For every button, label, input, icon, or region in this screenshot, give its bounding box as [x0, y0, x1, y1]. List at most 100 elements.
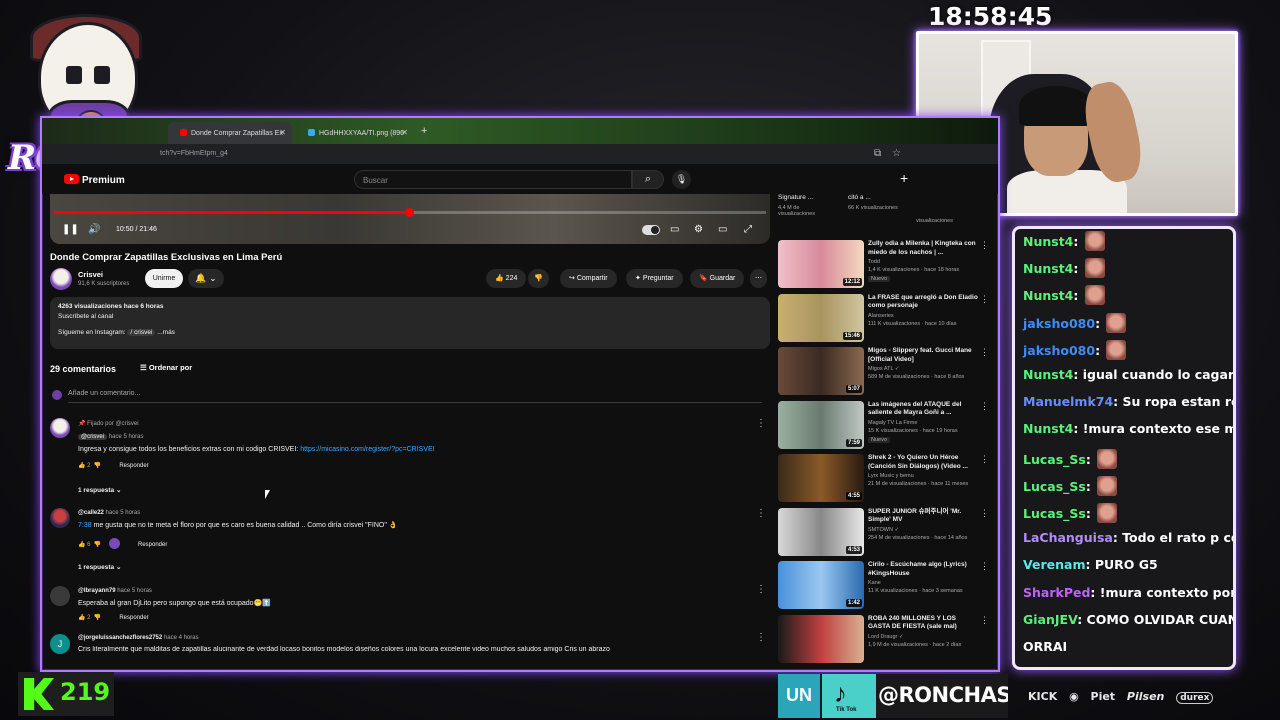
add-comment-input[interactable]: Añade un comentario...: [68, 390, 140, 397]
chat-username[interactable]: Lucas_Ss: [1023, 452, 1086, 467]
top-card[interactable]: Signature ... 4,4 M de visualizaciones: [778, 194, 836, 217]
fullscreen-icon[interactable]: ⤢: [744, 224, 752, 235]
install-icon[interactable]: ⧉: [874, 148, 881, 159]
video-thumbnail[interactable]: [778, 614, 864, 663]
tab-youtube[interactable]: Donde Comprar Zapatillas Ex ✕: [168, 122, 292, 144]
video-title[interactable]: SUPER JUNIOR 슈퍼주니어 'Mr. Simple' MV: [868, 508, 978, 525]
video-menu-icon[interactable]: ⋮: [980, 347, 989, 358]
top-card[interactable]: citó a ... 66 K visualizaciones: [848, 194, 906, 211]
channel-name[interactable]: Crisvei: [78, 270, 103, 279]
replies-toggle[interactable]: 1 respuesta ⌄: [78, 486, 121, 494]
video-title[interactable]: Migos - Slippery feat. Gucci Mane [Offic…: [868, 347, 978, 364]
chat-username[interactable]: Nunst4: [1023, 261, 1073, 276]
video-title[interactable]: Zully odia a Milenka | Kingteka con mied…: [868, 240, 978, 257]
comment-author[interactable]: @calle22: [78, 510, 104, 516]
video-title[interactable]: La FRASE que arregló a Don Eladio como p…: [868, 294, 978, 311]
comment-menu-icon[interactable]: ⋮: [756, 584, 766, 595]
description-box[interactable]: 4263 visualizaciones hace 6 horas Suscrí…: [50, 297, 770, 349]
sort-by-button[interactable]: ☰ Ordenar por: [140, 363, 192, 372]
reply-button[interactable]: Responder: [119, 463, 148, 469]
chat-username[interactable]: SharkPed: [1023, 585, 1090, 600]
video-player[interactable]: ❚❚ 🔊 10:50 / 21:46 ▭ ⚙ ▭ ⤢: [50, 194, 770, 244]
video-thumbnail[interactable]: 1:42: [778, 561, 864, 609]
comment-avatar[interactable]: [50, 586, 70, 606]
theater-mode-icon[interactable]: ▭: [718, 224, 727, 235]
close-icon[interactable]: ✕: [279, 128, 286, 137]
share-button[interactable]: ↪ Compartir: [560, 269, 617, 288]
video-channel[interactable]: Magaly TV La Firme: [868, 420, 986, 426]
comment-link[interactable]: https://micasino.com/register/?pc=CRISVE…: [300, 446, 434, 453]
dislike-icon[interactable]: 👎: [94, 615, 101, 621]
join-button[interactable]: Unirme: [145, 269, 183, 288]
chat-username[interactable]: Nunst4: [1023, 421, 1073, 436]
recommended-video[interactable]: 7:59 Las imágenes del ATAQUE del saliente…: [778, 400, 996, 451]
address-bar[interactable]: tch?v=FbHmEtpm_g4 ⧉ ☆: [42, 144, 998, 164]
video-channel[interactable]: Migos ATL ✓: [868, 366, 986, 372]
top-card[interactable]: visualizaciones: [916, 218, 953, 224]
video-menu-icon[interactable]: ⋮: [980, 240, 989, 251]
recommended-video[interactable]: 4:53 SUPER JUNIOR 슈퍼주니어 'Mr. Simple' MV SM…: [778, 507, 996, 558]
video-thumbnail[interactable]: 4:55: [778, 454, 864, 502]
autoplay-toggle[interactable]: [642, 225, 660, 235]
comment-time[interactable]: hace 5 horas: [106, 510, 141, 516]
chat-username[interactable]: Verenam: [1023, 557, 1085, 572]
recommended-video[interactable]: 5:07 Migos - Slippery feat. Gucci Mane [O…: [778, 347, 996, 397]
chat-username[interactable]: GianJEV: [1023, 612, 1077, 627]
chat-username[interactable]: Manuelmk74: [1023, 394, 1113, 409]
comment-author[interactable]: @lbrayann79: [78, 588, 116, 594]
settings-gear-icon[interactable]: ⚙: [694, 224, 703, 235]
microphone-icon[interactable]: 🎙: [672, 170, 691, 189]
video-menu-icon[interactable]: ⋮: [980, 561, 989, 572]
like-icon[interactable]: 👍: [78, 463, 85, 469]
video-channel[interactable]: Lord Draugr ✓: [868, 634, 986, 640]
youtube-logo[interactable]: Premium: [64, 174, 125, 186]
save-button[interactable]: 🔖 Guardar: [690, 269, 745, 288]
reply-button[interactable]: Responder: [138, 542, 167, 548]
search-icon[interactable]: ⌕: [632, 170, 664, 189]
comment-time[interactable]: hace 5 horas: [117, 588, 152, 594]
chat-username[interactable]: Lucas_Ss: [1023, 479, 1086, 494]
comment-time[interactable]: hace 4 horas: [164, 635, 199, 641]
subtitles-icon[interactable]: ▭: [670, 224, 679, 235]
dislike-icon[interactable]: 👎: [528, 269, 549, 288]
chat-username[interactable]: Nunst4: [1023, 234, 1073, 249]
recommended-video[interactable]: 4:55 Shrek 2 - Yo Quiero Un Héroe (Canció…: [778, 454, 996, 504]
comment-menu-icon[interactable]: ⋮: [756, 508, 766, 519]
video-thumbnail[interactable]: 7:59: [778, 400, 864, 449]
tab-image[interactable]: HGdHHXXYAA/TI.png (896 ✕: [296, 122, 414, 144]
video-channel[interactable]: Lyrx Music y bemu: [868, 473, 986, 479]
create-plus-icon[interactable]: +: [900, 170, 908, 186]
search-input[interactable]: Buscar: [354, 170, 632, 189]
dislike-icon[interactable]: 👎: [94, 463, 101, 469]
channel-avatar[interactable]: [50, 268, 72, 290]
video-title[interactable]: Shrek 2 - Yo Quiero Un Héroe (Canción Si…: [868, 454, 978, 471]
video-channel[interactable]: SMTOWN ✓: [868, 527, 986, 533]
video-title[interactable]: ROBA 240 MILLONES Y LOS GASTA DE FIESTA …: [868, 615, 978, 632]
comment-time[interactable]: hace 5 horas: [109, 434, 144, 440]
comment-menu-icon[interactable]: ⋮: [756, 632, 766, 643]
like-icon[interactable]: 👍: [78, 542, 85, 548]
comment-avatar[interactable]: J: [50, 634, 70, 654]
ask-button[interactable]: ✦ Preguntar: [626, 269, 683, 288]
video-title[interactable]: Cirilo - Escúchame algo (Lyrics) #KingsH…: [868, 561, 978, 578]
close-icon[interactable]: ✕: [401, 128, 408, 137]
comment-author[interactable]: @crisvei: [78, 434, 108, 440]
recommended-video[interactable]: 12:12 Zully odia a Milenka | Kingteka con…: [778, 240, 996, 290]
comment-menu-icon[interactable]: ⋮: [756, 418, 766, 429]
recommended-video[interactable]: 1:42 Cirilo - Escúchame algo (Lyrics) #Ki…: [778, 561, 996, 611]
comment-avatar[interactable]: [50, 418, 70, 438]
recommended-video[interactable]: ROBA 240 MILLONES Y LOS GASTA DE FIESTA …: [778, 614, 996, 665]
comment-author[interactable]: @jorgeluissanchezflores2752: [78, 635, 162, 641]
volume-icon[interactable]: 🔊: [88, 224, 100, 235]
video-channel[interactable]: Kane: [868, 580, 986, 586]
bell-icon[interactable]: 🔔 ⌄: [188, 269, 224, 288]
chat-username[interactable]: jaksho080: [1023, 316, 1095, 331]
like-button[interactable]: 👍 224: [486, 269, 527, 288]
chat-username[interactable]: Nunst4: [1023, 367, 1073, 382]
video-thumbnail[interactable]: 12:12: [778, 240, 864, 288]
recommended-video[interactable]: 15:46 La FRASE que arregló a Don Eladio c…: [778, 293, 996, 344]
video-menu-icon[interactable]: ⋮: [980, 615, 989, 626]
video-title[interactable]: Las imágenes del ATAQUE del saliente de …: [868, 401, 978, 418]
reply-button[interactable]: Responder: [119, 615, 148, 621]
video-menu-icon[interactable]: ⋮: [980, 401, 989, 412]
